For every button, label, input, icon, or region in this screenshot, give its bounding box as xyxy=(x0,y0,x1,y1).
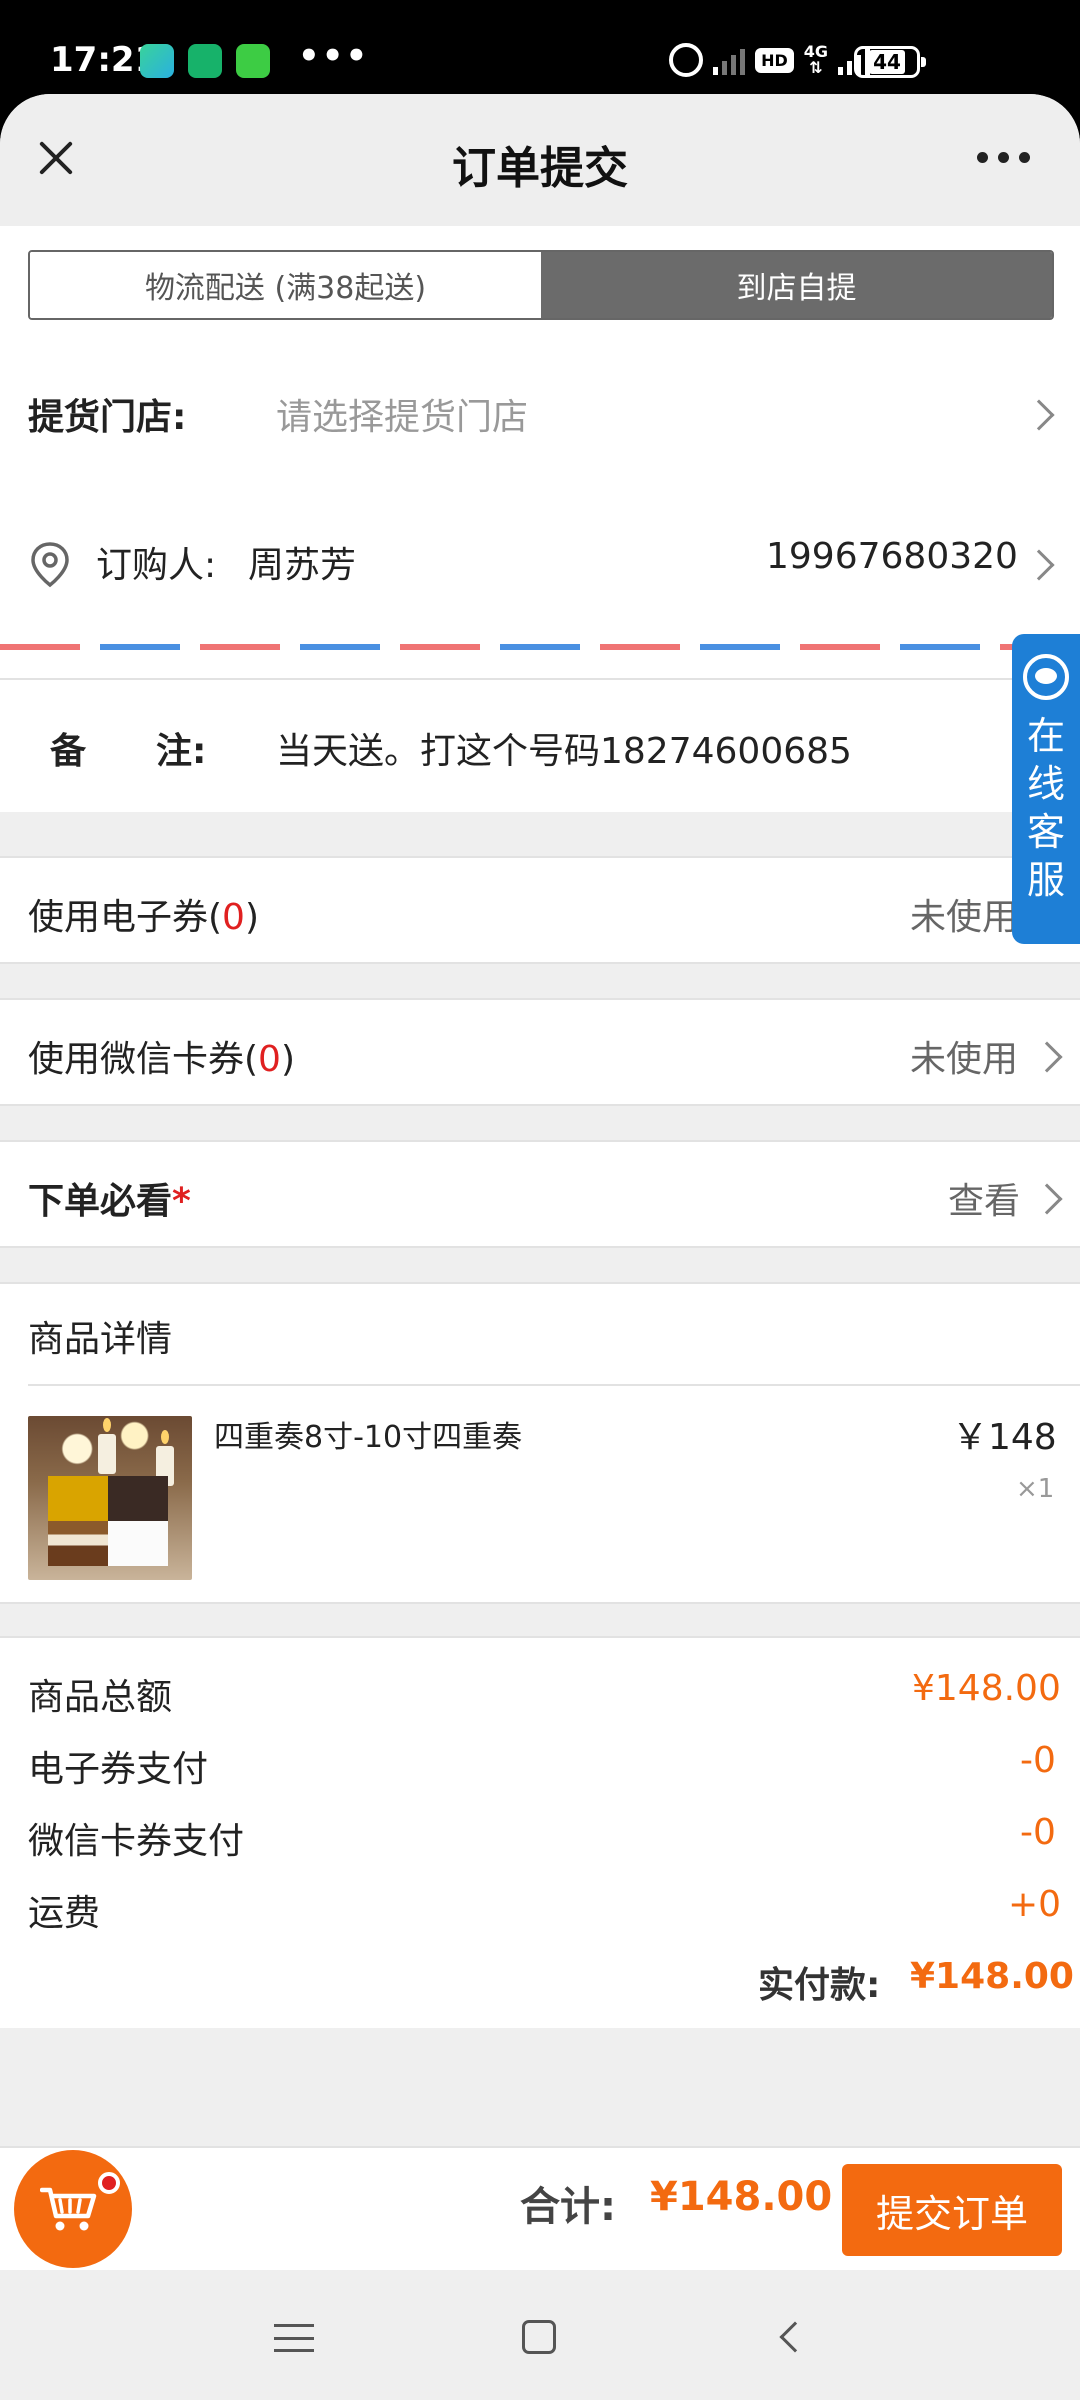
submit-order-button[interactable]: 提交订单 xyxy=(842,2164,1062,2256)
pickup-store-placeholder: 请选择提货门店 xyxy=(276,397,529,438)
status-indicators: HD 4G ⇅ xyxy=(669,40,870,80)
wechat-card-label: 使用微信卡券(0) xyxy=(28,1030,295,1082)
must-read-row[interactable]: 下单必看* 查看 xyxy=(0,1140,1080,1248)
product-image[interactable] xyxy=(28,1416,192,1580)
page-title: 订单提交 xyxy=(452,143,628,194)
must-read-text: 下单必看 xyxy=(28,1181,173,1222)
e-coupon-count: 0 xyxy=(222,897,245,938)
system-nav-bar xyxy=(0,2270,1080,2400)
note-label-1: 备 xyxy=(50,731,87,772)
price-summary: 商品总额 ¥148.00 电子券支付 -0 微信卡券支付 -0 运费 +0 实付… xyxy=(0,1636,1080,2028)
note-row[interactable]: 备 注: 当天送。打这个号码18274600685 xyxy=(0,680,1080,812)
chevron-right-icon xyxy=(1031,1183,1063,1215)
total-label: 合计: xyxy=(520,2184,616,2230)
app-notification-icon xyxy=(140,44,174,78)
hd-badge: HD xyxy=(755,47,794,73)
candle-decoration xyxy=(98,1418,116,1474)
summary-label-ecoupon: 电子券支付 xyxy=(28,1749,209,1790)
orderer-label: 订购人: xyxy=(96,545,217,586)
page-sheet: 订单提交 物流配送 (满38起送) 到店自提 提货门店: 请选择提货门店 订购人… xyxy=(0,94,1080,2270)
product-price: ￥148 xyxy=(952,1417,1057,1458)
product-qty: ×1 xyxy=(1016,1474,1055,1504)
battery-level: 44 xyxy=(869,50,905,74)
title-bar: 订单提交 xyxy=(0,94,1080,226)
home-icon[interactable] xyxy=(522,2320,556,2354)
wechat-card-close: ) xyxy=(280,1039,295,1080)
online-service-button[interactable]: 在线客服 xyxy=(1012,634,1080,944)
network-type: 4G ⇅ xyxy=(804,44,828,76)
chevron-right-icon xyxy=(1031,1041,1063,1073)
divider xyxy=(28,1384,1080,1386)
alarm-icon xyxy=(669,43,704,77)
more-options-button[interactable] xyxy=(977,152,1030,163)
cake-illustration xyxy=(48,1476,168,1566)
tab-store-pickup[interactable]: 到店自提 xyxy=(541,252,1052,318)
location-pin-icon xyxy=(31,542,69,588)
note-value: 当天送。打这个号码18274600685 xyxy=(276,731,852,772)
note-label-2: 注: xyxy=(156,731,207,772)
paid-value: ¥148.00 xyxy=(910,1956,1074,1997)
e-coupon-text: 使用电子券( xyxy=(28,897,223,938)
shield-app-icon xyxy=(188,44,222,78)
video-app-icon xyxy=(236,44,270,78)
orderer-name: 周苏芳 xyxy=(248,545,357,586)
tab-logistics[interactable]: 物流配送 (满38起送) xyxy=(30,252,541,318)
e-coupon-status: 未使用 xyxy=(910,897,1019,938)
paid-label: 实付款: xyxy=(758,1965,881,2006)
summary-label-goods: 商品总额 xyxy=(28,1677,173,1718)
more-notifications-icon: ••• xyxy=(298,36,370,76)
online-service-label: 在线客服 xyxy=(1026,714,1065,902)
wechat-card-status: 未使用 xyxy=(910,1039,1019,1080)
summary-value-ecoupon: -0 xyxy=(1020,1740,1056,1781)
summary-label-wechat: 微信卡券支付 xyxy=(28,1821,245,1862)
wechat-card-count: 0 xyxy=(258,1039,281,1080)
airmail-divider xyxy=(0,644,1080,650)
product-name: 四重奏8寸-10寸四重奏 xyxy=(214,1420,523,1455)
pickup-store-label: 提货门店: xyxy=(28,397,187,438)
orderer-phone: 19967680320 xyxy=(766,536,1018,577)
summary-value-goods: ¥148.00 xyxy=(912,1668,1061,1709)
must-read-action: 查看 xyxy=(948,1181,1021,1222)
cart-icon xyxy=(40,2187,97,2231)
total-value: ¥148.00 xyxy=(650,2174,833,2220)
back-icon[interactable] xyxy=(779,2321,811,2353)
cart-badge xyxy=(98,2172,120,2194)
required-star: * xyxy=(172,1181,191,1222)
signal-1-icon xyxy=(713,45,746,75)
e-coupon-row[interactable]: 使用电子券(0) 未使用 xyxy=(0,856,1080,964)
recent-apps-icon[interactable] xyxy=(274,2324,314,2352)
summary-value-shipping: +0 xyxy=(1008,1884,1062,1925)
status-bar: 17:21 ••• HD 4G ⇅ 44 xyxy=(0,0,1080,100)
delivery-tabs: 物流配送 (满38起送) 到店自提 xyxy=(28,250,1054,320)
summary-value-wechat: -0 xyxy=(1020,1812,1056,1853)
data-arrows-icon: ⇅ xyxy=(809,58,823,77)
e-coupon-label: 使用电子券(0) xyxy=(28,888,259,940)
battery-icon: 44 xyxy=(854,46,926,78)
wechat-card-text: 使用微信卡券( xyxy=(28,1039,259,1080)
e-coupon-close: ) xyxy=(244,897,259,938)
summary-label-shipping: 运费 xyxy=(28,1893,101,1934)
wechat-card-row[interactable]: 使用微信卡券(0) 未使用 xyxy=(0,998,1080,1106)
must-read-label: 下单必看* xyxy=(28,1172,191,1224)
product-section-title: 商品详情 xyxy=(28,1319,173,1360)
cart-button[interactable] xyxy=(14,2150,132,2268)
headset-icon xyxy=(1023,654,1069,700)
